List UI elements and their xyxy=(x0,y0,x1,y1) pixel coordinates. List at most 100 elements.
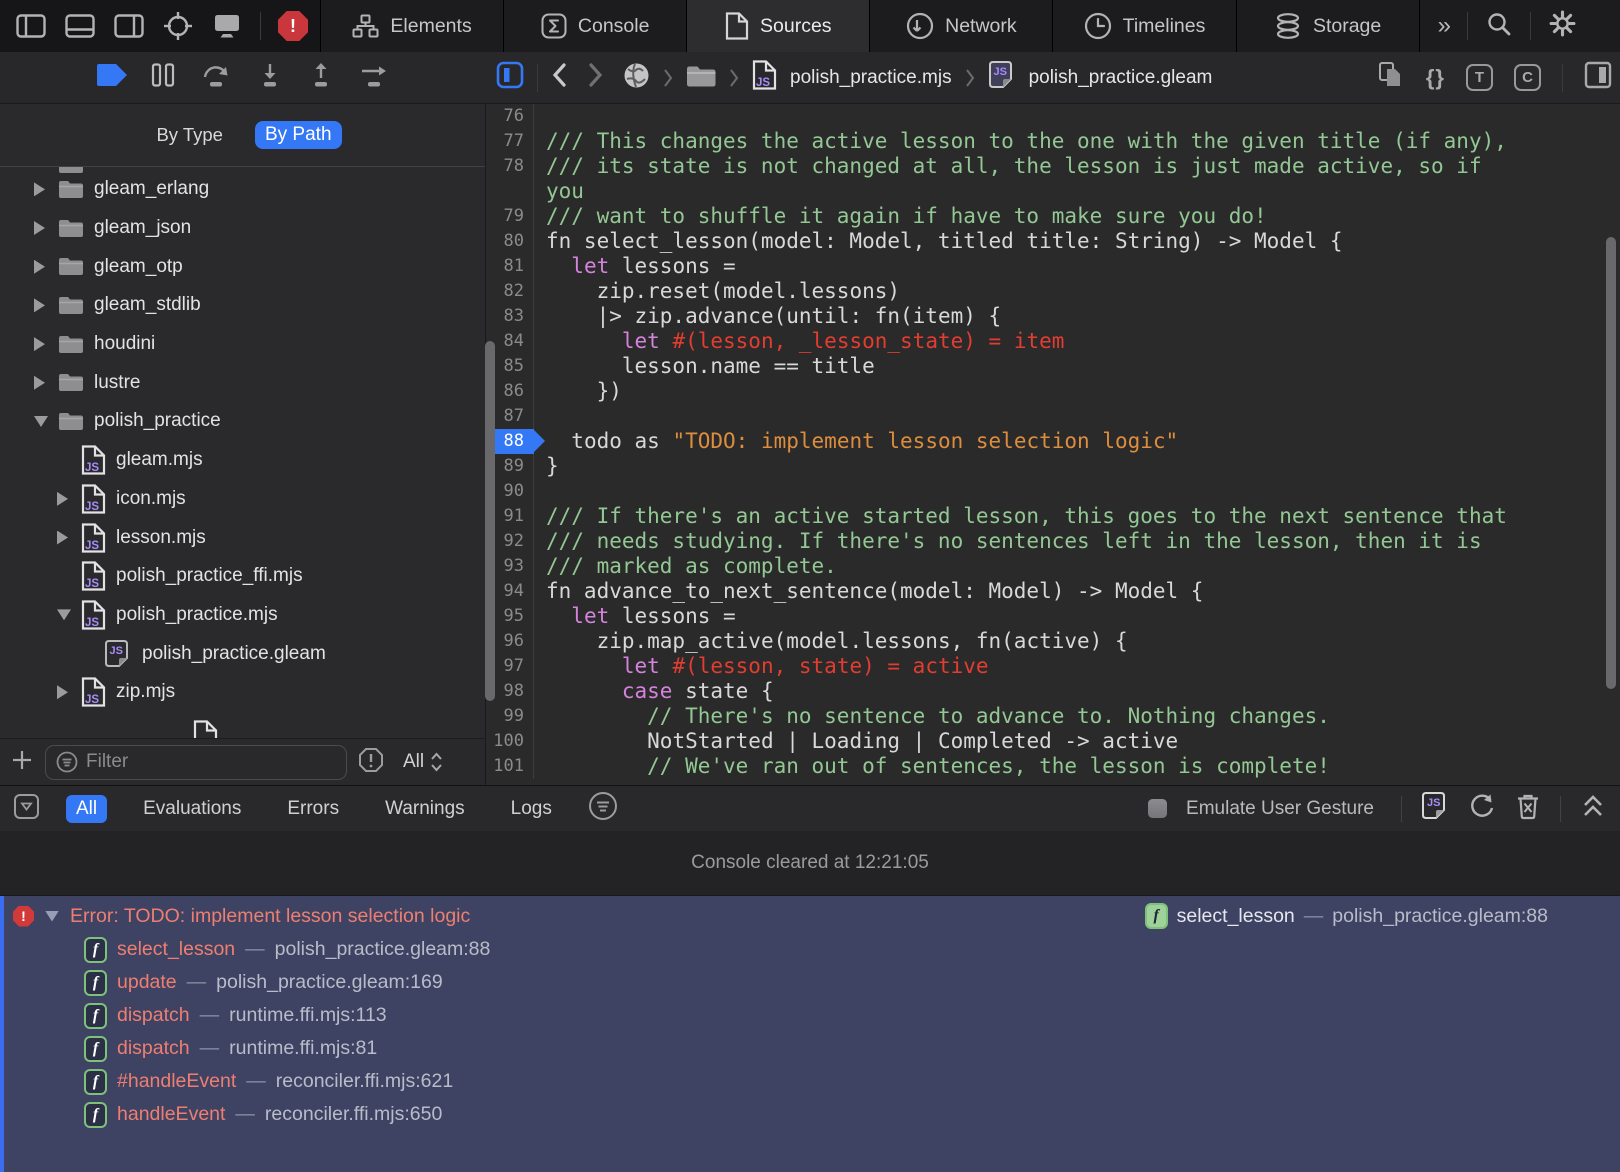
disclosure-arrow[interactable] xyxy=(34,260,58,274)
tree-item-polish_practice_ffi.mjs[interactable]: JSpolish_practice_ffi.mjs xyxy=(0,557,485,596)
disclosure-arrow[interactable] xyxy=(57,531,81,545)
disclosure-arrow[interactable] xyxy=(34,337,58,351)
step-next-button[interactable] xyxy=(358,62,390,93)
stack-frame[interactable]: fupdate—polish_practice.gleam:169 xyxy=(4,966,1620,999)
filter-scope-select[interactable]: All xyxy=(403,751,443,773)
pretty-print-button[interactable]: {} xyxy=(1426,65,1445,91)
tab-elements[interactable]: Elements xyxy=(320,0,503,52)
line-number[interactable]: 83 xyxy=(486,304,534,329)
stack-frame[interactable]: fhandleEvent—reconciler.ffi.mjs:650 xyxy=(4,1098,1620,1131)
add-resource-button[interactable] xyxy=(10,748,34,777)
tree-item-gleam_stdlib[interactable]: gleam_stdlib xyxy=(0,286,485,325)
stack-frame[interactable]: fdispatch—runtime.ffi.mjs:113 xyxy=(4,999,1620,1032)
step-out-button[interactable] xyxy=(307,62,335,93)
device-settings-icon[interactable] xyxy=(211,10,243,42)
element-picker-icon[interactable] xyxy=(162,10,194,42)
breadcrumb-item-current-file[interactable]: polish_practice.gleam xyxy=(1029,67,1213,89)
sidebar-scrollbar[interactable] xyxy=(485,341,495,701)
line-number[interactable]: 81 xyxy=(486,254,534,279)
tree-item-gleam_json[interactable]: gleam_json xyxy=(0,209,485,248)
settings-button[interactable] xyxy=(1549,10,1576,42)
file-line-link[interactable]: reconciler.ffi.mjs:650 xyxy=(265,1103,442,1126)
expand-console-button[interactable] xyxy=(1580,793,1606,824)
navigation-sidebar-toggle[interactable] xyxy=(496,61,524,94)
breadcrumb-item-parent-file[interactable]: polish_practice.mjs xyxy=(790,67,952,89)
tree-item-houdini[interactable]: houdini xyxy=(0,325,485,364)
tree-item-gleam_otp[interactable]: gleam_otp xyxy=(0,247,485,286)
group-by-path-tab[interactable]: By Path xyxy=(255,121,342,149)
issues-count-badge[interactable]: ! xyxy=(278,11,308,41)
dock-side-right-icon[interactable] xyxy=(113,10,145,42)
line-number[interactable]: 78 xyxy=(486,154,534,204)
disclosure-arrow[interactable] xyxy=(57,609,81,620)
disclosure-arrow[interactable] xyxy=(34,221,58,235)
disclosure-arrow[interactable] xyxy=(57,685,81,699)
line-number[interactable]: 82 xyxy=(486,279,534,304)
tree-item-lesson.mjs[interactable]: JSlesson.mjs xyxy=(0,518,485,557)
search-button[interactable] xyxy=(1486,11,1512,42)
file-line-link[interactable]: polish_practice.gleam:169 xyxy=(216,971,443,994)
tab-network[interactable]: Network xyxy=(869,0,1052,52)
more-tabs-button[interactable]: » xyxy=(1438,12,1449,40)
origin-globe-icon[interactable] xyxy=(623,62,650,94)
tab-timelines[interactable]: Timelines xyxy=(1052,0,1235,52)
tab-storage[interactable]: Storage xyxy=(1236,0,1419,52)
console-error-message[interactable]: ! Error: TODO: implement lesson selectio… xyxy=(0,896,1620,1172)
disclosure-arrow[interactable] xyxy=(57,492,81,506)
stack-frame[interactable]: fselect_lesson—polish_practice.gleam:88 xyxy=(4,933,1620,966)
tree-item-lustre[interactable]: lustre xyxy=(0,363,485,402)
stack-frame[interactable]: f#handleEvent—reconciler.ffi.mjs:621 xyxy=(4,1065,1620,1098)
step-into-button[interactable] xyxy=(256,62,284,93)
tree-item-gleam.mjs[interactable]: JSgleam.mjs xyxy=(0,441,485,480)
copy-button[interactable] xyxy=(1378,61,1405,94)
disclosure-arrow[interactable] xyxy=(34,376,58,390)
console-messages-icon[interactable] xyxy=(13,793,40,825)
tab-sources[interactable]: Sources xyxy=(686,0,869,52)
line-number[interactable]: 99 xyxy=(486,704,534,729)
tree-item-polish_practice[interactable]: polish_practice xyxy=(0,402,485,441)
console-filter-icon[interactable] xyxy=(588,791,618,826)
error-header-row[interactable]: ! Error: TODO: implement lesson selectio… xyxy=(4,899,1620,933)
tree-item-polish_practice.gleam[interactable]: JSpolish_practice.gleam xyxy=(0,634,485,673)
console-filter-evaluations[interactable]: Evaluations xyxy=(133,795,251,823)
error-source-location[interactable]: f select_lesson — polish_practice.gleam:… xyxy=(1145,903,1548,929)
console-filter-errors[interactable]: Errors xyxy=(277,795,349,823)
dock-side-bottom-icon[interactable] xyxy=(64,10,96,42)
folder-crumb-icon[interactable] xyxy=(686,64,716,92)
show-javascript-sources-icon[interactable]: JS xyxy=(1421,791,1449,826)
tab-console[interactable]: Console xyxy=(503,0,686,52)
line-number[interactable]: 80 xyxy=(486,229,534,254)
code-coverage-button[interactable]: C xyxy=(1514,64,1541,91)
line-number[interactable]: 100 xyxy=(486,729,534,754)
disclosure-arrow[interactable] xyxy=(34,182,58,196)
dock-side-left-icon[interactable] xyxy=(15,10,47,42)
console-filter-warnings[interactable]: Warnings xyxy=(375,795,475,823)
reload-page-button[interactable] xyxy=(1468,792,1496,825)
filter-input[interactable] xyxy=(86,751,286,773)
step-over-button[interactable] xyxy=(199,62,233,93)
disclosure-arrow[interactable] xyxy=(34,416,58,427)
editor-scrollbar[interactable] xyxy=(1606,237,1616,689)
file-line-link[interactable]: polish_practice.gleam:88 xyxy=(275,938,491,961)
file-line-link[interactable]: polish_practice.gleam:88 xyxy=(1332,905,1548,928)
line-number[interactable]: 77 xyxy=(486,129,534,154)
disclosure-triangle-icon[interactable] xyxy=(45,911,59,922)
emulate-user-gesture-checkbox[interactable] xyxy=(1148,799,1167,818)
filter-input-box[interactable] xyxy=(45,745,347,780)
issues-filter-icon[interactable] xyxy=(358,747,384,778)
clear-console-button[interactable] xyxy=(1515,792,1541,825)
details-sidebar-toggle[interactable] xyxy=(1584,61,1612,94)
file-line-link[interactable]: runtime.ffi.mjs:113 xyxy=(229,1004,387,1027)
group-by-type-tab[interactable]: By Type xyxy=(143,119,236,151)
continue-execution-button[interactable] xyxy=(96,64,127,91)
file-line-link[interactable]: reconciler.ffi.mjs:621 xyxy=(276,1070,453,1093)
disclosure-arrow[interactable] xyxy=(34,298,58,312)
stack-frame[interactable]: fdispatch—runtime.ffi.mjs:81 xyxy=(4,1032,1620,1065)
tree-item-icon.mjs[interactable]: JSicon.mjs xyxy=(0,480,485,519)
console-filter-all[interactable]: All xyxy=(66,795,107,823)
console-filter-logs[interactable]: Logs xyxy=(501,795,562,823)
tree-item-polish_practice.mjs[interactable]: JSpolish_practice.mjs xyxy=(0,596,485,635)
type-profiler-button[interactable]: T xyxy=(1466,64,1493,91)
tree-item-zip.mjs[interactable]: JSzip.mjs xyxy=(0,673,485,712)
pause-button[interactable] xyxy=(150,63,176,92)
